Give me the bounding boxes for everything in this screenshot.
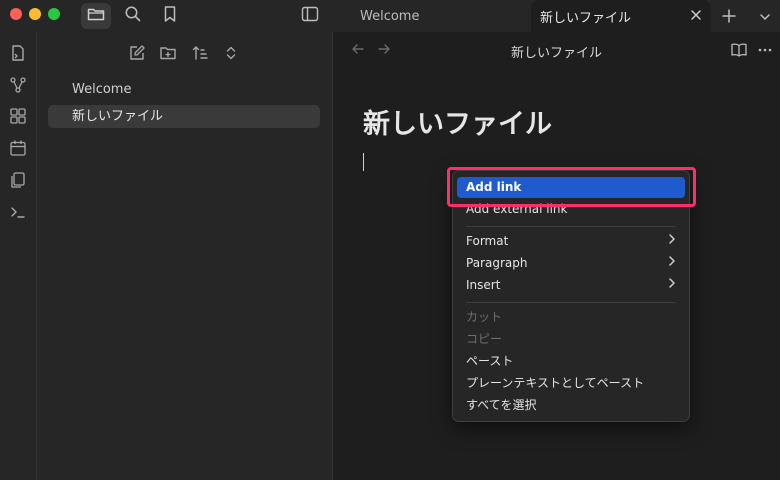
templates-icon[interactable] (7, 169, 29, 191)
menu-item-paste-plain-text[interactable]: プレーンテキストとしてペースト (457, 373, 685, 394)
document-title[interactable]: 新しいファイル (363, 102, 552, 141)
title-bar: Welcome 新しいファイル (0, 0, 780, 32)
menu-item-label: カット (466, 310, 503, 324)
file-label: Welcome (72, 82, 132, 97)
menu-item-label: すべてを選択 (466, 398, 537, 412)
chevron-right-icon (667, 275, 677, 296)
sidebar-toggle-button[interactable] (295, 3, 325, 29)
sort-icon[interactable] (189, 42, 211, 64)
bookmark-icon (162, 5, 178, 27)
canvas-icon[interactable] (7, 105, 29, 127)
menu-item-format[interactable]: Format (457, 231, 685, 252)
menu-item-select-all[interactable]: すべてを選択 (457, 395, 685, 416)
menu-item-label: Format (466, 234, 509, 248)
file-explorer-button[interactable] (81, 3, 111, 29)
context-menu: Add link Add external link Format Paragr… (452, 170, 690, 422)
file-label: 新しいファイル (72, 109, 164, 124)
menu-item-label: ペースト (466, 354, 514, 368)
plus-icon[interactable] (720, 7, 738, 29)
menu-item-paragraph[interactable]: Paragraph (457, 253, 685, 274)
open-quick-switcher-icon[interactable] (7, 42, 29, 64)
menu-item-cut: カット (457, 307, 685, 328)
search-icon (124, 5, 142, 27)
terminal-icon[interactable] (7, 201, 29, 223)
calendar-icon[interactable] (7, 137, 29, 159)
new-note-icon[interactable] (126, 42, 148, 64)
more-options-icon[interactable] (757, 42, 773, 62)
menu-item-label: コピー (466, 332, 503, 346)
ribbon (0, 32, 37, 480)
menu-separator (466, 302, 676, 303)
chevron-right-icon (667, 253, 677, 274)
tab-new-file[interactable]: 新しいファイル (531, 0, 711, 32)
tab-label: Welcome (360, 8, 420, 24)
minimize-window-button[interactable] (29, 8, 41, 20)
menu-item-label: プレーンテキストとしてペースト (466, 376, 645, 390)
collapse-icon[interactable] (220, 42, 242, 64)
folder-icon (87, 6, 105, 26)
chevron-down-icon[interactable] (758, 9, 772, 28)
sidebar-toggle-icon (301, 6, 319, 26)
menu-item-paste[interactable]: ペースト (457, 351, 685, 372)
menu-item-insert[interactable]: Insert (457, 275, 685, 296)
text-cursor (363, 153, 364, 171)
chevron-right-icon (667, 231, 677, 252)
highlight-box (447, 167, 696, 207)
close-icon[interactable] (689, 8, 703, 26)
bookmarks-button[interactable] (155, 3, 185, 29)
search-button[interactable] (118, 3, 148, 29)
tab-welcome[interactable]: Welcome (340, 0, 530, 32)
menu-item-label: Paragraph (466, 256, 528, 270)
menu-item-label: Insert (466, 278, 501, 292)
view-header-title[interactable]: 新しいファイル (333, 42, 780, 61)
graph-icon[interactable] (7, 74, 29, 96)
new-folder-icon[interactable] (157, 42, 179, 64)
tab-label: 新しいファイル (540, 10, 632, 26)
reading-view-icon[interactable] (730, 42, 748, 62)
file-item-welcome[interactable]: Welcome (48, 78, 320, 101)
menu-item-copy: コピー (457, 329, 685, 350)
close-window-button[interactable] (10, 8, 22, 20)
file-item-new-file[interactable]: 新しいファイル (48, 105, 320, 128)
file-explorer: Welcome 新しいファイル (37, 32, 333, 480)
zoom-window-button[interactable] (48, 8, 60, 20)
menu-separator (466, 226, 676, 227)
